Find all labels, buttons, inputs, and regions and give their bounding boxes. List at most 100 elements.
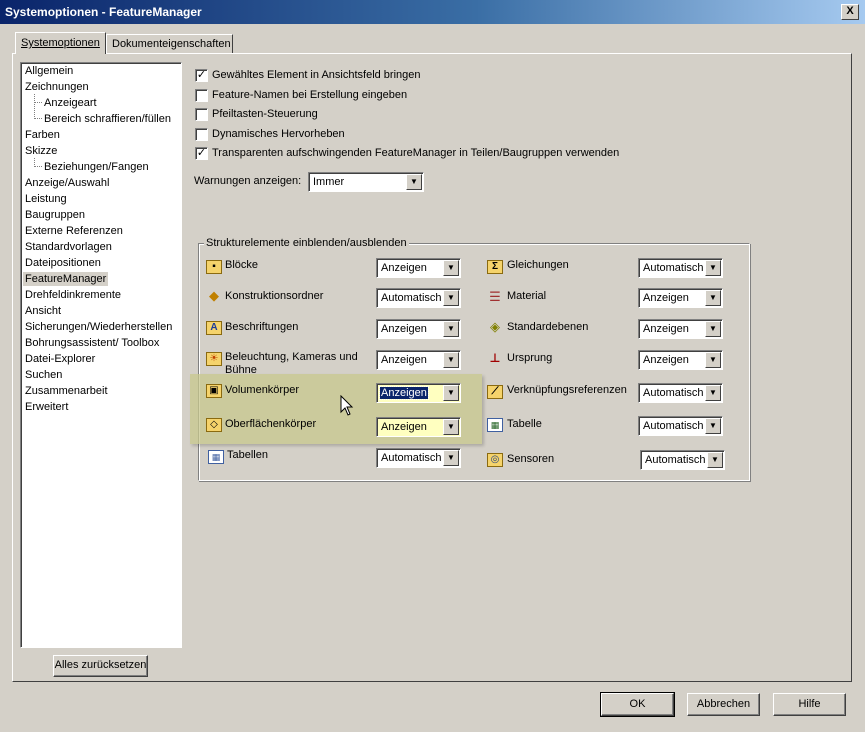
- feature-label: Oberflächenkörper: [225, 418, 317, 430]
- table-icon: ▦: [487, 418, 503, 432]
- close-button[interactable]: X: [841, 4, 859, 20]
- chevron-down-icon[interactable]: ▼: [443, 385, 459, 401]
- origin-icon: ⊥: [489, 351, 501, 365]
- chevron-down-icon[interactable]: ▼: [406, 174, 422, 190]
- tab-label: Dokumenteigenschaften: [112, 38, 231, 50]
- select-bloecke[interactable]: Anzeigen ▼: [376, 258, 461, 278]
- tree-item-sicherungen[interactable]: Sicherungen/Wiederherstellen: [23, 320, 174, 334]
- tree-item-externe-referenzen[interactable]: Externe Referenzen: [23, 224, 125, 238]
- select-ursprung[interactable]: Anzeigen ▼: [638, 350, 723, 370]
- tab-label: Systemoptionen: [21, 37, 100, 49]
- tree-connector: [34, 102, 42, 103]
- tree-item-featuremanager[interactable]: FeatureManager: [23, 272, 109, 286]
- select-value: Immer: [313, 176, 345, 188]
- select-value: Anzeigen: [381, 323, 427, 335]
- feature-label: Standardebenen: [507, 321, 589, 333]
- feature-label: Beleuchtung, Kameras und Bühne: [225, 351, 358, 376]
- chevron-down-icon[interactable]: ▼: [705, 385, 721, 401]
- chevron-down-icon[interactable]: ▼: [443, 419, 459, 435]
- feature-label: Volumenkörper: [225, 384, 299, 396]
- option-label: Gewähltes Element in Ansichtsfeld bringe…: [212, 69, 421, 81]
- select-sensoren[interactable]: Automatisch ▼: [640, 450, 725, 470]
- select-value: Anzeigen: [379, 386, 429, 400]
- tree-item-leistung[interactable]: Leistung: [23, 192, 69, 206]
- option-label: Dynamisches Hervorheben: [212, 128, 345, 140]
- tree-item-bereich-schraffieren[interactable]: Bereich schraffieren/füllen: [42, 112, 173, 126]
- tree-item-datei-explorer[interactable]: Datei-Explorer: [23, 352, 97, 366]
- feature-label: Verknüpfungsreferenzen: [507, 384, 627, 396]
- select-volumenkoerper[interactable]: Anzeigen ▼: [376, 383, 461, 403]
- chevron-down-icon[interactable]: ▼: [705, 260, 721, 276]
- ok-button[interactable]: OK: [600, 692, 675, 717]
- tree-item-standardvorlagen[interactable]: Standardvorlagen: [23, 240, 114, 254]
- chevron-down-icon[interactable]: ▼: [443, 290, 459, 306]
- tab-dokumenteigenschaften[interactable]: Dokumenteigenschaften: [106, 34, 233, 53]
- help-button[interactable]: Hilfe: [773, 693, 846, 716]
- planes-icon: ◈: [490, 319, 500, 334]
- checkbox-arrow-keys[interactable]: [195, 108, 208, 121]
- design-folder-icon: ◆: [209, 288, 219, 303]
- select-value: Automatisch: [643, 387, 704, 399]
- tree-item-erweitert[interactable]: Erweitert: [23, 400, 70, 414]
- select-beschriftungen[interactable]: Anzeigen ▼: [376, 319, 461, 339]
- chevron-down-icon[interactable]: ▼: [705, 418, 721, 434]
- tree-item-zusammenarbeit[interactable]: Zusammenarbeit: [23, 384, 110, 398]
- select-value: Automatisch: [643, 420, 704, 432]
- tree-item-anzeigeart[interactable]: Anzeigeart: [42, 96, 99, 110]
- chevron-down-icon[interactable]: ▼: [705, 290, 721, 306]
- sensors-icon: ◎: [487, 453, 503, 467]
- select-konstruktionsordner[interactable]: Automatisch ▼: [376, 288, 461, 308]
- tree-connector: [34, 118, 42, 119]
- chevron-down-icon[interactable]: ▼: [705, 352, 721, 368]
- select-value: Anzeigen: [643, 323, 689, 335]
- chevron-down-icon[interactable]: ▼: [443, 450, 459, 466]
- select-value: Automatisch: [643, 262, 704, 274]
- feature-label: Blöcke: [225, 259, 259, 271]
- feature-label: Konstruktionsordner: [225, 290, 324, 302]
- tree-item-zeichnungen[interactable]: Zeichnungen: [23, 80, 91, 94]
- lighting-icon: ☀: [206, 352, 222, 366]
- tree-item-beziehungen-fangen[interactable]: Beziehungen/Fangen: [42, 160, 151, 174]
- checkbox-feature-names[interactable]: [195, 89, 208, 102]
- tree-item-drehfeldinkremente[interactable]: Drehfeldinkremente: [23, 288, 123, 302]
- select-tabelle[interactable]: Automatisch ▼: [638, 416, 723, 436]
- select-tabellen[interactable]: Automatisch ▼: [376, 448, 461, 468]
- tree-item-bohrungsassistent[interactable]: Bohrungsassistent/ Toolbox: [23, 336, 161, 350]
- material-icon: ☰: [489, 289, 501, 304]
- warnings-label: Warnungen anzeigen:: [194, 175, 302, 187]
- window-title: Systemoptionen - FeatureManager: [5, 5, 202, 19]
- feature-label: Tabellen: [227, 449, 268, 461]
- select-oberflaechenkoerper[interactable]: Anzeigen ▼: [376, 417, 461, 437]
- select-material[interactable]: Anzeigen ▼: [638, 288, 723, 308]
- select-standardebenen[interactable]: Anzeigen ▼: [638, 319, 723, 339]
- select-beleuchtung[interactable]: Anzeigen ▼: [376, 350, 461, 370]
- chevron-down-icon[interactable]: ▼: [705, 321, 721, 337]
- tree-connector: [34, 94, 35, 119]
- tree-item-farben[interactable]: Farben: [23, 128, 62, 142]
- mate-references-icon: ⟋: [487, 385, 503, 399]
- chevron-down-icon[interactable]: ▼: [443, 260, 459, 276]
- tree-item-suchen[interactable]: Suchen: [23, 368, 64, 382]
- chevron-down-icon[interactable]: ▼: [443, 352, 459, 368]
- select-gleichungen[interactable]: Automatisch ▼: [638, 258, 723, 278]
- warnings-select[interactable]: Immer ▼: [308, 172, 424, 192]
- tree-item-dateipositionen[interactable]: Dateipositionen: [23, 256, 103, 270]
- checkbox-dynamic-highlight[interactable]: [195, 128, 208, 141]
- checkbox-select-in-view[interactable]: ✓: [195, 69, 208, 82]
- feature-label: Material: [507, 290, 547, 302]
- reset-all-button[interactable]: Alles zurücksetzen: [53, 655, 148, 677]
- chevron-down-icon[interactable]: ▼: [443, 321, 459, 337]
- tree-item-allgemein[interactable]: Allgemein: [23, 64, 75, 78]
- tree-item-ansicht[interactable]: Ansicht: [23, 304, 63, 318]
- tab-systemoptionen[interactable]: Systemoptionen: [15, 32, 106, 54]
- groupbox-title: Strukturelemente einblenden/ausblenden: [204, 237, 409, 249]
- chevron-down-icon[interactable]: ▼: [707, 452, 723, 468]
- option-label: Transparenten aufschwingenden FeatureMan…: [212, 147, 620, 159]
- cancel-button[interactable]: Abbrechen: [687, 693, 760, 716]
- tree-item-anzeige-auswahl[interactable]: Anzeige/Auswahl: [23, 176, 111, 190]
- select-verknuepfungsreferenzen[interactable]: Automatisch ▼: [638, 383, 723, 403]
- tree-item-baugruppen[interactable]: Baugruppen: [23, 208, 87, 222]
- select-value: Anzeigen: [381, 262, 427, 274]
- checkbox-transparent-flyout[interactable]: ✓: [195, 147, 208, 160]
- tree-item-skizze[interactable]: Skizze: [23, 144, 59, 158]
